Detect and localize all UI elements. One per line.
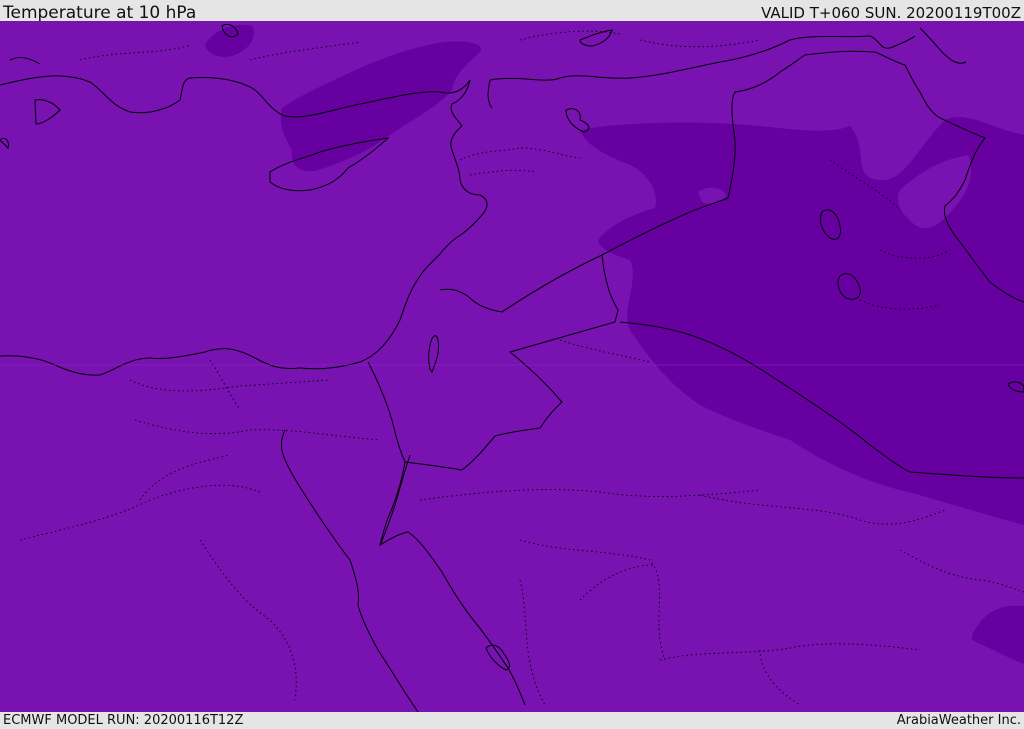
valid-time: VALID T+060 SUN. 20200119T00Z [761,4,1021,22]
header-bar: Temperature at 10 hPa VALID T+060 SUN. 2… [0,0,1024,23]
model-run-label: ECMWF MODEL RUN: 20200116T12Z [3,713,244,728]
footer-bar: ECMWF MODEL RUN: 20200116T12Z ArabiaWeat… [0,712,1024,729]
map-title: Temperature at 10 hPa [3,3,197,23]
brand-label: ArabiaWeather Inc. [896,713,1021,728]
weather-map [0,21,1024,712]
